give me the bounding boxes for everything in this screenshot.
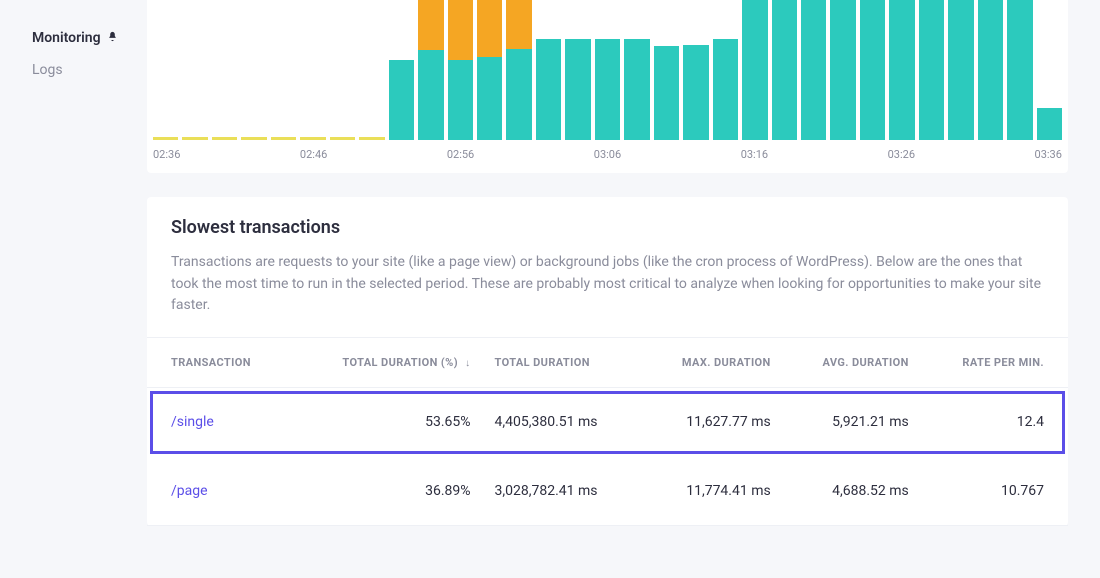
section-title: Slowest transactions: [171, 217, 1044, 238]
chart-bar[interactable]: [300, 0, 325, 140]
bell-icon: [107, 31, 118, 45]
chart-card: 02:36 02:46 02:56 03:06 03:16 03:26 03:36: [147, 0, 1068, 173]
cell-rate-per-min: 10.767: [921, 457, 1068, 526]
transaction-link[interactable]: /page: [171, 483, 208, 499]
table-header-row: TRANSACTION TOTAL DURATION (%) ↓ TOTAL D…: [147, 338, 1068, 388]
chart-bar[interactable]: [978, 0, 1003, 140]
cell-max-duration: 11,627.77 ms: [642, 388, 783, 457]
chart-bar[interactable]: [477, 0, 502, 140]
chart-bar[interactable]: [565, 0, 590, 140]
chart-bar[interactable]: [271, 0, 296, 140]
cell-avg-duration: 4,688.52 ms: [783, 457, 921, 526]
chart-bar[interactable]: [448, 0, 473, 140]
chart-bar[interactable]: [182, 0, 207, 140]
sidebar-item-monitoring[interactable]: Monitoring: [0, 22, 147, 54]
chart-bar[interactable]: [654, 0, 679, 140]
col-total-duration-pct[interactable]: TOTAL DURATION (%) ↓: [292, 338, 482, 388]
col-total-duration[interactable]: TOTAL DURATION: [483, 338, 642, 388]
chart-bar[interactable]: [153, 0, 178, 140]
chart-bar[interactable]: [772, 0, 797, 140]
main-content: 02:36 02:46 02:56 03:06 03:16 03:26 03:36 Slow…: [147, 0, 1100, 578]
chart-bar[interactable]: [595, 0, 620, 140]
x-axis-tick: 02:56: [447, 148, 474, 161]
sidebar: Monitoring Logs: [0, 0, 147, 578]
x-axis-tick: 03:26: [888, 148, 915, 161]
col-avg-duration[interactable]: AVG. DURATION: [783, 338, 921, 388]
table-row[interactable]: /single 53.65%4,405,380.51 ms11,627.77 ms…: [147, 388, 1068, 457]
sidebar-item-logs[interactable]: Logs: [0, 54, 147, 86]
table-row[interactable]: /page 36.89%3,028,782.41 ms11,774.41 ms4,…: [147, 457, 1068, 526]
chart-bar[interactable]: [683, 0, 708, 140]
chart-bar[interactable]: [418, 0, 443, 140]
chart-bar[interactable]: [948, 0, 973, 140]
transaction-link[interactable]: /single: [171, 414, 214, 430]
cell-max-duration: 11,774.41 ms: [642, 457, 783, 526]
cell-total-duration: 3,028,782.41 ms: [483, 457, 642, 526]
cell-total-duration-pct: 36.89%: [292, 457, 482, 526]
chart-bar[interactable]: [241, 0, 266, 140]
chart-bar[interactable]: [1037, 0, 1062, 140]
chart-bar[interactable]: [624, 0, 649, 140]
stacked-bar-chart[interactable]: [147, 0, 1068, 140]
chart-bar[interactable]: [713, 0, 738, 140]
chart-bar[interactable]: [212, 0, 237, 140]
sidebar-item-label: Monitoring: [32, 30, 101, 46]
cell-avg-duration: 5,921.21 ms: [783, 388, 921, 457]
cell-total-duration-pct: 53.65%: [292, 388, 482, 457]
x-axis-tick: 02:46: [300, 148, 327, 161]
slowest-transactions-card: Slowest transactions Transactions are re…: [147, 197, 1068, 526]
col-transaction[interactable]: TRANSACTION: [147, 338, 292, 388]
slowest-transactions-table: TRANSACTION TOTAL DURATION (%) ↓ TOTAL D…: [147, 337, 1068, 526]
col-rate-per-min[interactable]: RATE PER MIN.: [921, 338, 1068, 388]
sidebar-item-label: Logs: [32, 62, 63, 78]
chart-bar[interactable]: [389, 0, 414, 140]
chart-bar[interactable]: [830, 0, 855, 140]
chart-bar[interactable]: [1007, 0, 1032, 140]
chart-x-axis: 02:36 02:46 02:56 03:06 03:16 03:26 03:36: [147, 140, 1068, 161]
x-axis-tick: 03:36: [1035, 148, 1062, 161]
chart-bar[interactable]: [801, 0, 826, 140]
sort-descending-icon: ↓: [465, 358, 470, 369]
chart-bar[interactable]: [536, 0, 561, 140]
chart-bar[interactable]: [860, 0, 885, 140]
chart-bar[interactable]: [889, 0, 914, 140]
cell-rate-per-min: 12.4: [921, 388, 1068, 457]
x-axis-tick: 03:16: [741, 148, 768, 161]
cell-total-duration: 4,405,380.51 ms: [483, 388, 642, 457]
chart-bar[interactable]: [506, 0, 531, 140]
chart-bar[interactable]: [359, 0, 384, 140]
x-axis-tick: 03:06: [594, 148, 621, 161]
chart-bar[interactable]: [742, 0, 767, 140]
chart-bar[interactable]: [330, 0, 355, 140]
section-description: Transactions are requests to your site (…: [171, 252, 1044, 317]
col-max-duration[interactable]: MAX. DURATION: [642, 338, 783, 388]
x-axis-tick: 02:36: [153, 148, 180, 161]
chart-bar[interactable]: [919, 0, 944, 140]
